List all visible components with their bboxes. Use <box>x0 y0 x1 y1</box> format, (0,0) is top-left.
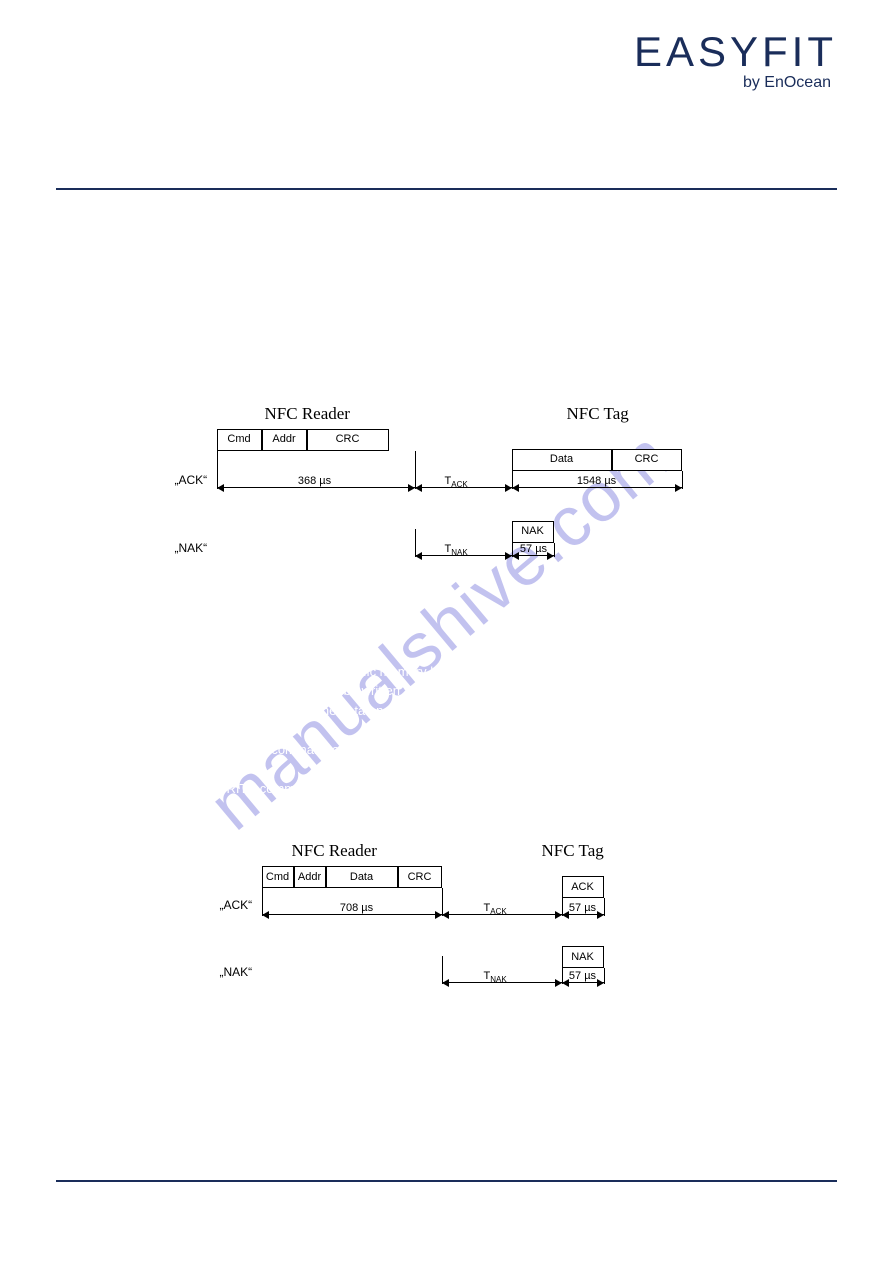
tag-title: NFC Tag <box>542 838 604 864</box>
tick <box>604 898 605 916</box>
data-box: Data <box>512 449 612 471</box>
figure-read-sequence: NFC Reader NFC Tag Cmd Addr CRC Data CRC… <box>56 401 837 591</box>
dim-57a-label: 57 µs <box>563 900 603 917</box>
header-rule <box>56 188 837 190</box>
para: Upon receiving the READ command, the NFC… <box>56 295 837 334</box>
reader-title: NFC Reader <box>265 401 350 427</box>
logo-text: EASYFIT <box>634 28 837 76</box>
timing-diagram-read: NFC Reader NFC Tag Cmd Addr CRC Data CRC… <box>187 401 707 591</box>
nak-row-label: „NAK“ <box>175 539 208 557</box>
cmd-box: Cmd <box>262 866 294 888</box>
brand-header: EASYFIT by EnOcean <box>634 28 837 92</box>
dim-tnak-label: TNAK <box>484 968 507 986</box>
dim-tack-label: TACK <box>445 473 468 491</box>
doc-subtitle: EASYFIT MULTISENSOR FOR IOT APPLICATIONS… <box>56 170 419 184</box>
footer-right: F-710-017, V1.0 STM 550 / EMSI User Manu… <box>489 1192 837 1203</box>
para: The WRITE command is used to write data … <box>56 662 837 701</box>
crc-box: CRC <box>398 866 442 888</box>
timing-diagram-write: NFC Reader NFC Tag Cmd Addr Data CRC ACK… <box>232 838 662 1008</box>
figure-write-sequence: NFC Reader NFC Tag Cmd Addr Data CRC ACK… <box>56 838 837 1008</box>
section-heading-read: 7.3.2 Read command <box>56 230 837 250</box>
dim-57b-label: 57 µs <box>563 968 603 985</box>
ack-row-label: „ACK“ <box>175 471 208 489</box>
cmd-box: Cmd <box>217 429 262 451</box>
ack-row-label: „ACK“ <box>220 896 253 914</box>
dim-1548-label: 1548 µs <box>567 473 627 490</box>
tick <box>554 543 555 557</box>
dim-57-label: 57 µs <box>514 541 554 558</box>
reader-title: NFC Reader <box>292 838 377 864</box>
tag-title: NFC Tag <box>567 401 629 427</box>
footer-left: © 2021 EnOcean | www.enocean.com <box>56 1192 225 1203</box>
fig-caption-25: Figure 25 – NFC read command sequence <box>56 597 837 617</box>
addr-box: Addr <box>294 866 326 888</box>
para: Figure 26 below shows the WRITE command … <box>56 779 837 799</box>
dim-368-label: 368 µs <box>285 473 345 490</box>
nak-box: NAK <box>512 521 554 543</box>
para: If an error occurs then the NFC tag will… <box>56 334 837 354</box>
para: Figure 25 below shows the READ command s… <box>56 353 837 373</box>
crc-box: CRC <box>307 429 389 451</box>
doc-title: STM 550 / EMSI <box>56 150 144 164</box>
tick <box>604 968 605 984</box>
ack-box: ACK <box>562 876 604 898</box>
data-box: Data <box>326 866 398 888</box>
addr-box: Addr <box>262 429 307 451</box>
tick <box>682 471 683 489</box>
footer-rule <box>56 1180 837 1182</box>
dim-tack-label: TACK <box>484 900 507 918</box>
page-content: 7.3.2 Read command The read command is u… <box>56 210 837 1034</box>
section-heading-write: 7.3.3 Write command <box>56 636 837 656</box>
para: The read command is used to read data fr… <box>56 256 837 295</box>
logo-byline: by EnOcean <box>634 74 837 92</box>
para: Upon reception, the NFC processor will s… <box>56 701 837 740</box>
dim-tnak-label: TNAK <box>445 541 468 559</box>
dim-708-label: 708 µs <box>327 900 387 917</box>
nak-box: NAK <box>562 946 604 968</box>
crc-box: CRC <box>612 449 682 471</box>
para: The time between receiving the write com… <box>56 740 837 779</box>
nak-row-label: „NAK“ <box>220 963 253 981</box>
fig-caption-26: Figure 26 – NFC write command sequence <box>56 1014 837 1034</box>
